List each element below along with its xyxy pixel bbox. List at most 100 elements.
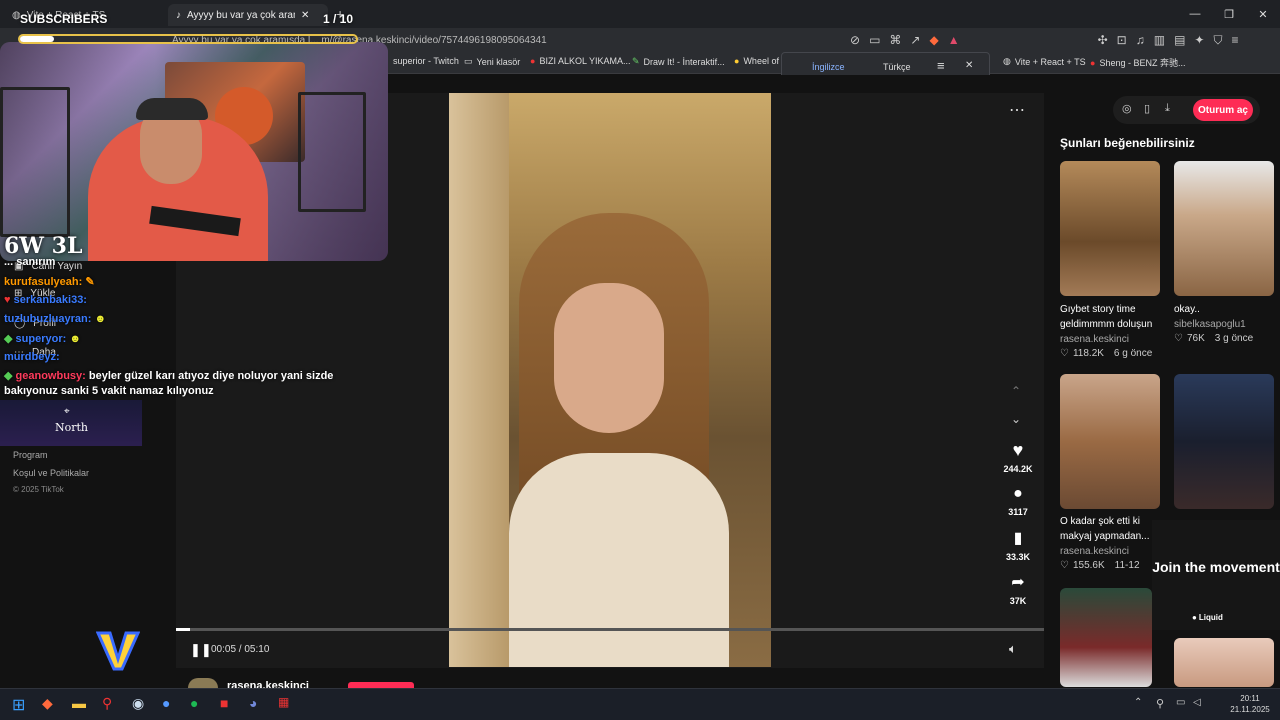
author-avatar[interactable] (188, 678, 218, 688)
brave-icon[interactable]: ◆ (42, 695, 53, 712)
footer-terms[interactable]: Koşul ve Politikalar (13, 468, 89, 478)
toolbar-icons: ⊘ ▭ ⌘ ↗ ◆ ▲ ✣ ⊡ ♫ ▥ ▤ ✦ ⛉ ≡ (850, 30, 1239, 50)
tiktok-icon: ♪ (176, 9, 181, 21)
bookmark-item[interactable]: superior - Twitch (393, 56, 459, 66)
footer-copyright: © 2025 TikTok (13, 485, 64, 494)
translate-close-icon[interactable]: ✕ (965, 60, 973, 71)
windows-start-icon[interactable]: ⊞ (12, 695, 25, 715)
video-wall (449, 93, 509, 667)
brave-shield-icon[interactable]: ◆ (929, 33, 938, 47)
chat-line: kurufasulyeah: ✎ (4, 276, 95, 288)
footer-program[interactable]: Program (13, 450, 48, 460)
progress-track[interactable] (176, 628, 1044, 631)
bookmark-icon: ▮ (1013, 530, 1023, 547)
screenshot-icon[interactable]: ⊡ (1117, 33, 1127, 47)
spotify-icon[interactable]: ● (190, 695, 198, 711)
file-explorer-icon[interactable]: ▬ (72, 695, 86, 711)
menu-icon[interactable]: ≡ (1231, 33, 1238, 47)
bookmark-item[interactable]: ▭ Yeni klasör (464, 56, 520, 67)
bookmark-item[interactable]: ● Wheel of (734, 56, 779, 66)
suggested-author[interactable]: rasena.keskinci (1060, 334, 1129, 345)
compass-icon: ⌖ (64, 406, 70, 417)
music-icon[interactable]: ♫ (1136, 33, 1145, 47)
network-icon[interactable]: ▭ (1176, 697, 1185, 708)
download-icon[interactable]: ⤓ (1165, 102, 1170, 115)
sidebar-icon[interactable]: ▥ (1154, 33, 1165, 47)
prev-video-icon[interactable]: ⌃ (1011, 384, 1021, 398)
tab-tiktok[interactable]: ♪ Ayyyy bu var ya çok aramışd... ✕ (168, 4, 328, 26)
share-action[interactable]: ➦ 37K (998, 572, 1038, 606)
chat-line: ◆ superyor: ☻ (4, 333, 81, 345)
wallet-icon[interactable]: ▤ (1174, 33, 1185, 47)
emote-icon: ✎ (85, 276, 95, 288)
close-tab-icon[interactable]: ✕ (301, 10, 309, 21)
webcam-overlay (0, 42, 388, 261)
tray-chevron-icon[interactable]: ⌃ (1134, 697, 1142, 708)
ad-brand: ● Liquid (1192, 613, 1223, 622)
suggested-thumbnail[interactable] (1060, 588, 1152, 687)
suggested-thumbnail[interactable] (1060, 374, 1160, 509)
app-icon[interactable]: ■ (220, 695, 228, 711)
translate-from-tab[interactable]: İngilizce (812, 62, 845, 72)
bookmark-item[interactable]: ● BIZI ALKOL YIKAMA... (530, 56, 630, 66)
minimize-icon[interactable]: — (1178, 0, 1212, 28)
extensions-icon[interactable]: ✣ (1098, 33, 1108, 47)
suggested-stats: ♡ 76K 3 g önce (1174, 333, 1254, 344)
phone-icon[interactable]: ▯ (1144, 102, 1150, 115)
leo-icon[interactable]: ✦ (1194, 33, 1204, 47)
rewards-icon[interactable]: ▲ (948, 33, 960, 47)
close-window-icon[interactable]: ✕ (1246, 0, 1280, 28)
streamer-beanie (136, 98, 208, 120)
emote-icon: ☻ (94, 313, 107, 325)
ad-overlay: Join the movement ● Liquid (1152, 520, 1280, 630)
vpn-icon[interactable]: ⛉ (1213, 33, 1222, 48)
translate-icon[interactable]: ⌘ (889, 33, 901, 47)
bookmark-favicon-icon: ● (734, 56, 740, 66)
steam-icon[interactable]: ◉ (132, 695, 144, 712)
bookmark-item[interactable]: ● Sheng - BENZ 奔驰... (1090, 56, 1185, 69)
coin-icon[interactable]: ◎ (1122, 102, 1132, 115)
cast-icon[interactable]: ▭ (869, 33, 880, 47)
suggested-thumbnail[interactable] (1174, 638, 1274, 687)
heart-icon: ♥ (1012, 440, 1024, 460)
comment-action[interactable]: ● 3117 (998, 485, 1038, 517)
share-icon[interactable]: ↗ (910, 33, 920, 47)
next-video-icon[interactable]: ⌄ (1011, 412, 1021, 426)
suggested-title[interactable]: okay.. (1174, 302, 1200, 317)
maps-icon[interactable]: ⚲ (102, 695, 112, 712)
speaker-icon[interactable]: ◁ (1193, 697, 1201, 708)
suggested-author[interactable]: sibelkasapoglu1 (1174, 319, 1246, 330)
suggested-thumbnail[interactable] (1174, 374, 1274, 509)
progress-fill (176, 628, 190, 631)
app-icon[interactable]: ● (162, 695, 170, 711)
translate-menu-icon[interactable]: ≡ (937, 58, 945, 73)
video-player[interactable] (449, 93, 771, 667)
bookmark-item[interactable]: ✎ Draw It! - İnteraktif... (632, 56, 725, 67)
suggested-title[interactable]: Gıybet story time geldimmmm doluşun (1060, 302, 1160, 332)
share-arrow-icon: ➦ (1011, 574, 1025, 591)
translate-to-tab[interactable]: Türkçe (883, 62, 911, 72)
save-action[interactable]: ▮ 33.3K (998, 528, 1038, 562)
app-icon[interactable]: ▦ (278, 695, 289, 709)
suggested-author[interactable]: rasena.keskinci (1060, 546, 1129, 557)
author-name[interactable]: rasena.keskinci (227, 680, 309, 688)
bookmark-item[interactable]: ◍ Vite + React + TS (1003, 56, 1086, 67)
suggested-title[interactable]: O kadar şok etti ki makyaj yapmadan... (1060, 514, 1160, 544)
mute-icon[interactable]: ⊘ (850, 33, 860, 47)
like-action[interactable]: ♥ 244.2K (998, 440, 1038, 474)
discord-icon[interactable]: ◕ (249, 695, 257, 711)
mic-icon[interactable]: ⚲ (1156, 697, 1164, 710)
suggested-thumbnail[interactable] (1060, 161, 1160, 296)
ad-title: Join the movement (1152, 559, 1280, 575)
chat-line: tuzlubuzluayran: ☻ (4, 313, 107, 325)
more-options-icon[interactable]: ⋯ (1009, 100, 1025, 120)
pause-icon[interactable]: ❚❚ (190, 642, 212, 658)
clock[interactable]: 20:11 21.11.2025 (1230, 693, 1270, 715)
suggested-thumbnail[interactable] (1174, 161, 1274, 296)
maximize-icon[interactable]: ❐ (1212, 0, 1246, 28)
comment-icon: ● (1013, 485, 1023, 502)
north-badge: ⌖ North (0, 400, 142, 446)
login-button[interactable]: Oturum aç (1193, 99, 1253, 121)
chat-line: ◆ geanowbusy: beyler güzel karı atıyoz d… (4, 370, 334, 397)
volume-icon[interactable]: 🔈︎ (1009, 641, 1017, 657)
